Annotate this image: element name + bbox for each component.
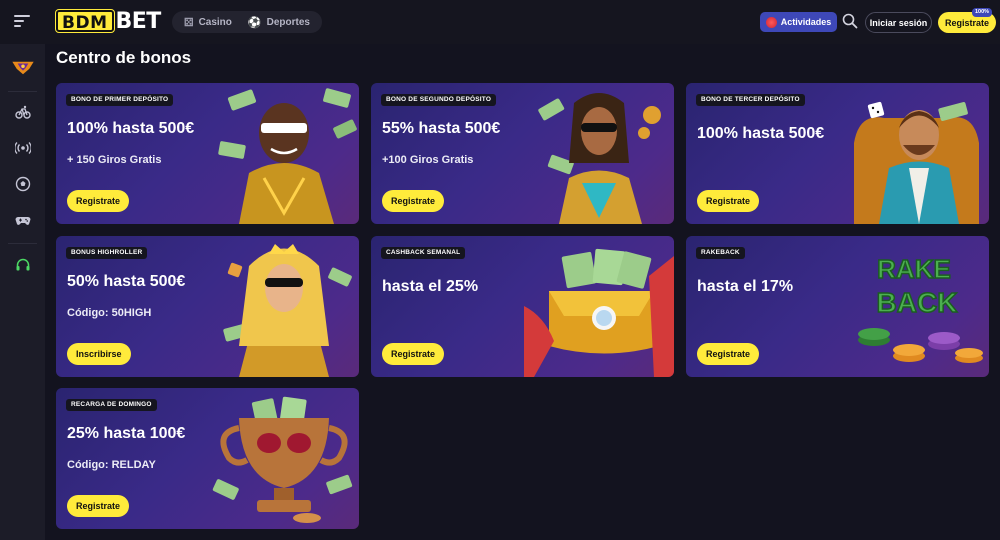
bonus-register-button[interactable]: Registrate (697, 343, 760, 365)
bonus-title: hasta el 25% (382, 278, 479, 295)
gold-woman-illustration (538, 93, 661, 224)
headset-icon (16, 258, 29, 271)
bonus-card-cashback: CASHBACK SEMANAL hasta el 25% Registrate (371, 236, 674, 377)
sidebar (0, 44, 45, 540)
dice-icon: ⚄ (184, 16, 194, 29)
live-broadcast-icon (14, 142, 31, 154)
trophy-badge-icon (11, 61, 34, 75)
svg-text:RAKE: RAKE (877, 254, 951, 284)
gamepad-icon (15, 217, 30, 225)
bonus-register-button[interactable]: Registrate (67, 495, 130, 517)
sidebar-item-football[interactable] (0, 173, 45, 195)
nav-casino-label: Casino (198, 16, 232, 28)
money-man-illustration (218, 88, 357, 224)
bonus-register-button[interactable]: Registrate (67, 190, 130, 212)
activity-icon (765, 16, 777, 28)
bonus-title: 100% hasta 500€ (697, 125, 825, 142)
rakeback-chips-illustration: RAKE BACK (858, 253, 983, 363)
bonus-title: 50% hasta 500€ (67, 273, 186, 290)
bonus-tag: RAKEBACK (696, 247, 745, 259)
bike-icon (14, 105, 31, 119)
logo-bdm-text: BDM (56, 10, 114, 33)
actividades-label: Actividades (780, 17, 832, 27)
page-title: Centro de bonos (56, 48, 192, 67)
bonus-title: 100% hasta 500€ (67, 120, 195, 137)
bonus-title: 55% hasta 500€ (382, 120, 501, 137)
blonde-woman-illustration (223, 244, 352, 377)
nav-deportes[interactable]: ⚽ Deportes (240, 11, 318, 33)
bonus-card-highroller: BONUS HIGHROLLER 50% hasta 500€ Código: … (56, 236, 359, 377)
bonus-tag: BONUS HIGHROLLER (66, 247, 148, 259)
bonus-tag: BONO DE TERCER DEPÓSITO (696, 94, 805, 106)
bonus-card-second-deposit: BONO DE SEGUNDO DEPÓSITO 55% hasta 500€ … (371, 83, 674, 224)
bonus-register-button[interactable]: Registrate (697, 190, 760, 212)
bonus-inscribirse-button[interactable]: Inscribirse (67, 343, 131, 365)
bonus-card-third-deposit: BONO DE TERCER DEPÓSITO 100% hasta 500€ … (686, 83, 989, 224)
bonus-title: 25% hasta 100€ (67, 425, 186, 442)
login-button[interactable]: Iniciar sesión (865, 12, 932, 33)
sidebar-item-support[interactable] (0, 254, 45, 276)
bonus-tag: BONO DE SEGUNDO DEPÓSITO (381, 94, 497, 106)
bonus-card-rakeback: RAKEBACK hasta el 17% Registrate RAKE BA… (686, 236, 989, 377)
sidebar-item-esports[interactable] (0, 209, 45, 231)
actividades-button[interactable]: Actividades (760, 12, 837, 32)
site-logo[interactable]: BDM BET (56, 8, 162, 34)
bonus-subtitle: Código: RELDAY (67, 459, 156, 471)
sidebar-item-live[interactable] (0, 137, 45, 159)
trophy-cup-illustration (212, 396, 353, 523)
bonus-tag: RECARGA DE DOMINGO (66, 399, 157, 411)
throne-man-illustration (854, 101, 979, 224)
bonus-card-first-deposit: BONO DE PRIMER DEPÓSITO 100% hasta 500€ … (56, 83, 359, 224)
top-nav: ⚄ Casino ⚽ Deportes (172, 11, 322, 33)
nav-casino[interactable]: ⚄ Casino (176, 11, 240, 33)
bonus-subtitle: +100 Giros Gratis (382, 154, 474, 166)
money-bag-illustration (524, 248, 674, 377)
hamburger-menu-icon[interactable] (14, 15, 30, 29)
bonus-tag: CASHBACK SEMANAL (381, 247, 466, 259)
bonus-card-sunday-reload: RECARGA DE DOMINGO 25% hasta 100€ Código… (56, 388, 359, 529)
register-badge: 100% (972, 8, 993, 17)
bonus-title: hasta el 17% (697, 278, 794, 295)
logo-bet-text: BET (115, 8, 162, 34)
bonus-tag: BONO DE PRIMER DEPÓSITO (66, 94, 174, 106)
nav-deportes-label: Deportes (266, 16, 310, 28)
bonus-register-button[interactable]: Registrate (382, 343, 445, 365)
svg-text:BACK: BACK (877, 287, 958, 318)
sidebar-divider (8, 243, 37, 244)
soccer-ball-icon (15, 176, 30, 192)
search-icon[interactable] (842, 13, 858, 29)
bonus-register-button[interactable]: Registrate (382, 190, 445, 212)
sidebar-item-cycling[interactable] (0, 101, 45, 123)
bonus-subtitle: + 150 Giros Gratis (67, 154, 162, 166)
sidebar-divider (8, 91, 37, 92)
sidebar-item-promotions[interactable] (0, 57, 45, 79)
soccer-icon: ⚽ (247, 16, 262, 29)
top-header: BDM BET ⚄ Casino ⚽ Deportes Actividades … (0, 0, 1000, 44)
bonus-subtitle: Código: 50HIGH (67, 307, 152, 319)
